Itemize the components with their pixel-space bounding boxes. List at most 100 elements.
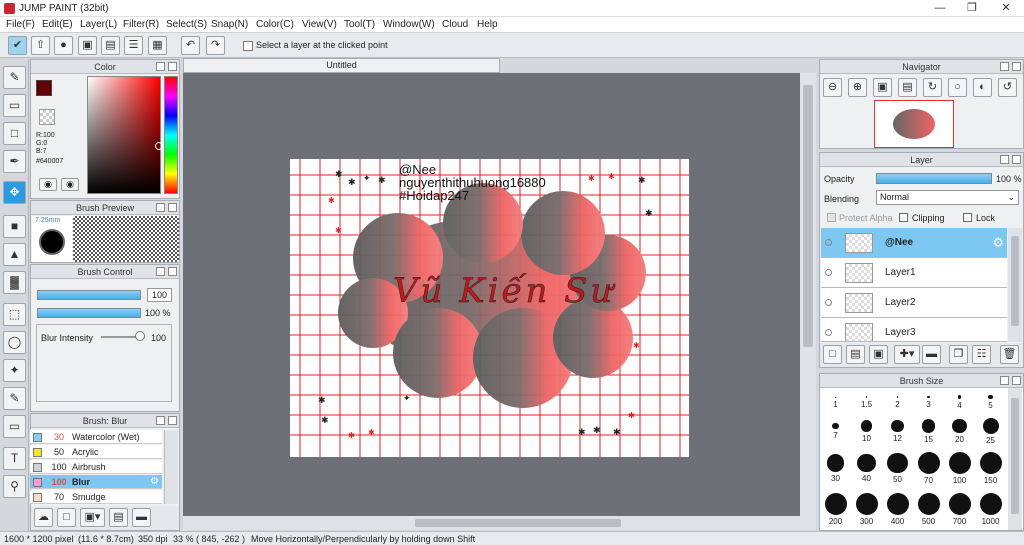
panel-float-icon[interactable] [1000, 62, 1009, 71]
gradient-tool-icon[interactable]: ▓ [3, 271, 26, 294]
menu-color[interactable]: Color(C) [256, 19, 294, 30]
brush-size-option[interactable]: 400 [882, 488, 913, 530]
minimize-button[interactable]: — [924, 1, 956, 16]
lasso-tool-icon[interactable]: ◯ [3, 331, 26, 354]
fit-screen-icon[interactable]: ▣ [873, 78, 892, 97]
brush-size-option[interactable]: 100 [944, 448, 975, 488]
folder-icon[interactable]: ▬ [922, 345, 941, 364]
flip-icon[interactable]: ◐ [973, 78, 992, 97]
check-icon[interactable]: ✔ [8, 36, 27, 55]
brush-item-blur[interactable]: 100 Blur ⚙ [30, 475, 162, 489]
eraser-tool-icon[interactable]: ▭ [3, 94, 26, 117]
menu-help[interactable]: Help [477, 19, 498, 30]
panel-close-icon[interactable] [168, 203, 177, 212]
comment-icon[interactable]: ● [54, 36, 73, 55]
undo-icon[interactable]: ↶ [181, 36, 200, 55]
panel-float-icon[interactable] [1000, 155, 1009, 164]
visibility-icon[interactable] [825, 239, 832, 246]
brush-size-option[interactable]: 300 [851, 488, 882, 530]
select-layer-checkbox[interactable] [243, 41, 253, 51]
panel-float-icon[interactable] [156, 267, 165, 276]
panel-float-icon[interactable] [1000, 376, 1009, 385]
brush-size-option[interactable]: 1 [820, 390, 851, 414]
add-layer-dropdown-icon[interactable]: ✚▾ [894, 345, 920, 364]
list-icon[interactable]: ☰ [124, 36, 143, 55]
color-picker-cursor[interactable] [155, 142, 163, 150]
maximize-button[interactable]: ❐ [956, 1, 988, 16]
select-pen-tool-icon[interactable]: ✎ [3, 387, 26, 410]
protect-alpha-checkbox[interactable] [827, 213, 836, 222]
copy-brush-icon[interactable]: ▤ [109, 508, 128, 527]
brush-size-option[interactable]: 150 [975, 448, 1006, 488]
brush-size-option[interactable]: 30 [820, 448, 851, 488]
brush-size-option[interactable]: 4 [944, 390, 975, 414]
visibility-icon[interactable] [825, 329, 832, 336]
transparent-swatch[interactable] [39, 109, 55, 125]
visibility-icon[interactable] [825, 299, 832, 306]
navigator-thumbnail[interactable] [874, 100, 954, 148]
rotate-reset-icon[interactable]: ○ [948, 78, 967, 97]
panel-close-icon[interactable] [168, 416, 177, 425]
blending-select[interactable]: Normal ⌄ [876, 190, 1019, 205]
brush-size-option[interactable]: 25 [975, 415, 1006, 447]
brush-size-slider[interactable] [37, 290, 141, 300]
layer-scroll-thumb[interactable] [1011, 236, 1019, 326]
merge-layer-icon[interactable]: ☷ [972, 345, 991, 364]
redo-icon[interactable]: ↷ [206, 36, 225, 55]
canvas-horizontal-thumb[interactable] [415, 519, 621, 527]
bucket-tool-icon[interactable]: ▲ [3, 243, 26, 266]
brush-size-option[interactable]: 5 [975, 390, 1006, 414]
panel-float-icon[interactable] [156, 62, 165, 71]
share-icon[interactable]: ⇧ [31, 36, 50, 55]
gear-icon[interactable]: ⚙ [992, 235, 1004, 251]
hue-slider[interactable] [164, 76, 178, 194]
brush-type-dropdown-icon[interactable]: ▣▾ [80, 508, 105, 527]
gear-icon[interactable]: ⚙ [150, 476, 159, 487]
canvas-area[interactable]: ✱ ✱ ✦ ✱ ✱ ✱ ✱ ✱ ✱ ✱ ✱ ✦ ✱ ✱ ✱ ✱ ✱ ✱ ✱ ✱ @Nee nguyenth… [183, 73, 800, 516]
panel-close-icon[interactable] [1012, 62, 1021, 71]
pen-tool-icon[interactable]: ✒ [3, 150, 26, 173]
text-tool-icon[interactable]: T [3, 447, 26, 470]
brush-size-option[interactable]: 50 [882, 448, 913, 488]
menu-window[interactable]: Window(W) [383, 19, 435, 30]
brush-opacity-slider[interactable] [37, 308, 141, 318]
brush-size-option[interactable]: 500 [913, 488, 944, 530]
brush-size-option[interactable]: 15 [913, 415, 944, 447]
brush-size-option[interactable]: 7 [820, 415, 851, 447]
rectangle-tool-icon[interactable]: □ [3, 122, 26, 145]
panel-float-icon[interactable] [156, 203, 165, 212]
canvas-vertical-scrollbar[interactable] [800, 73, 816, 516]
new-raster-icon[interactable]: ▤ [846, 345, 865, 364]
brush-size-input[interactable]: 100 [147, 288, 172, 302]
zoom-in-icon[interactable]: ⊕ [848, 78, 867, 97]
brush-size-option[interactable]: 1.5 [851, 390, 882, 414]
brush-size-option[interactable]: 3 [913, 390, 944, 414]
layer-row-layer2[interactable]: Layer2 [821, 288, 1007, 318]
brush-item-watercolor[interactable]: 30 Watercolor (Wet) [30, 430, 162, 444]
saturation-value-picker[interactable] [87, 76, 161, 194]
visibility-icon[interactable] [825, 269, 832, 276]
grid-icon[interactable]: ▦ [148, 36, 167, 55]
rotate-ccw-icon[interactable]: ↺ [998, 78, 1017, 97]
foreground-color-swatch[interactable] [36, 80, 52, 96]
panel-float-icon[interactable] [156, 416, 165, 425]
actual-size-icon[interactable]: ▤ [898, 78, 917, 97]
panel-close-icon[interactable] [1012, 376, 1021, 385]
brush-size-scrollbar[interactable] [1008, 388, 1022, 530]
panel-close-icon[interactable] [168, 267, 177, 276]
menu-filter[interactable]: Filter(R) [123, 19, 159, 30]
palette-icon[interactable]: ◉ [39, 178, 57, 191]
brush-size-option[interactable]: 1000 [975, 488, 1006, 530]
select-eraser-tool-icon[interactable]: ▭ [3, 415, 26, 438]
close-button[interactable]: ✕ [990, 1, 1022, 16]
duplicate-layer-icon[interactable]: ❐ [949, 345, 968, 364]
menu-snap[interactable]: Snap(N) [211, 19, 248, 30]
menu-select[interactable]: Select(S) [166, 19, 207, 30]
layer-opacity-slider[interactable] [876, 173, 992, 184]
menu-edit[interactable]: Edit(E) [42, 19, 73, 30]
menu-file[interactable]: File(F) [6, 19, 35, 30]
zoom-out-icon[interactable]: ⊖ [823, 78, 842, 97]
magic-wand-tool-icon[interactable]: ✦ [3, 359, 26, 382]
brush-size-option[interactable]: 12 [882, 415, 913, 447]
brush-item-airbrush[interactable]: 100 Airbrush [30, 460, 162, 474]
